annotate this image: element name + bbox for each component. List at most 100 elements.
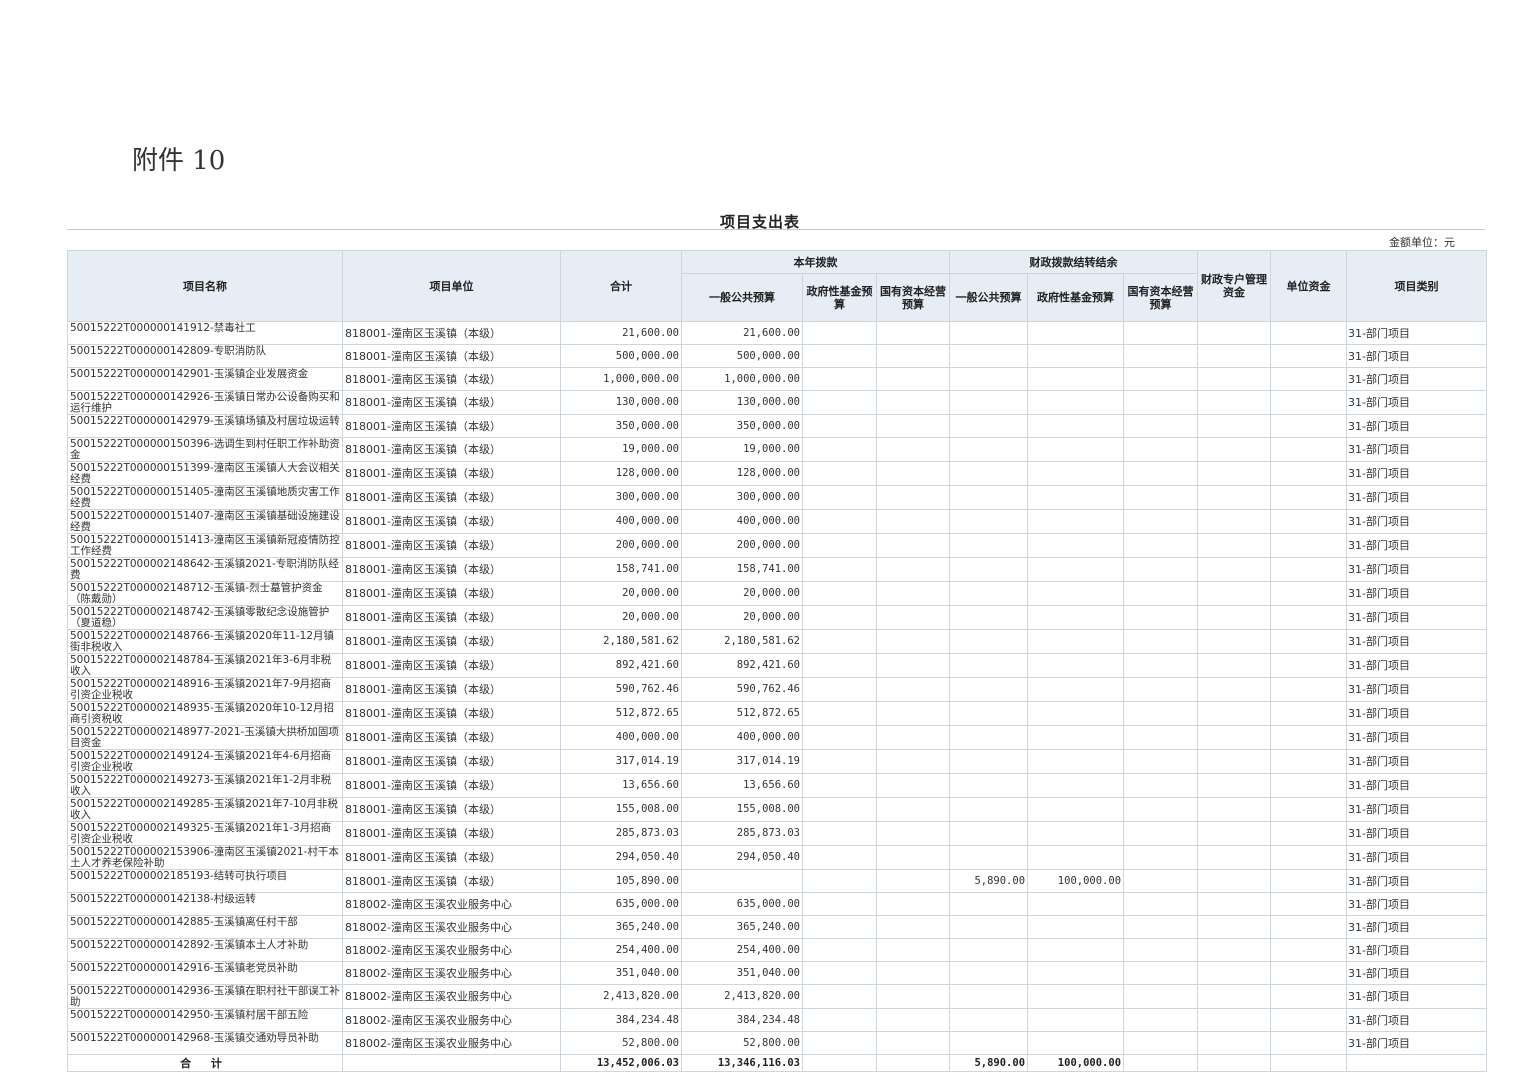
general-budget-cell: 200,000.00 bbox=[681, 533, 803, 558]
gov-fund-cell bbox=[802, 915, 877, 939]
carryover-general-cell bbox=[949, 749, 1029, 774]
table-row: 50015222T000000142901-玉溪镇企业发展资金 818001-潼南… bbox=[67, 367, 1488, 391]
project-unit-cell: 818001-潼南区玉溪镇（本级） bbox=[342, 390, 561, 415]
category-cell: 31-部门项目 bbox=[1346, 677, 1488, 702]
total-cell: 512,872.65 bbox=[560, 701, 682, 726]
general-budget-cell: 158,741.00 bbox=[681, 557, 803, 582]
table-row: 50015222T000000151405-潼南区玉溪镇地质灾害工作经费 8180… bbox=[67, 485, 1488, 510]
unit-funds-cell bbox=[1270, 557, 1348, 582]
state-capital-cell bbox=[875, 605, 951, 630]
table-row: 50015222T000002153906-潼南区玉溪镇2021-村干本土人才养… bbox=[67, 845, 1488, 870]
totals-general: 13,346,116.03 bbox=[681, 1054, 803, 1072]
table-row: 50015222T000002149325-玉溪镇2021年1-3月招商引资企业… bbox=[67, 821, 1488, 846]
special-account-cell bbox=[1197, 797, 1272, 822]
special-account-cell bbox=[1197, 869, 1272, 893]
gov-fund-cell bbox=[802, 629, 877, 654]
state-capital-cell bbox=[875, 437, 951, 462]
table-row: 50015222T000000151413-潼南区玉溪镇新冠疫情防控工作经费 81… bbox=[67, 533, 1488, 558]
category-cell: 31-部门项目 bbox=[1346, 461, 1488, 486]
project-unit-cell: 818002-潼南区玉溪农业服务中心 bbox=[342, 1031, 561, 1055]
state-capital-cell bbox=[875, 321, 951, 345]
total-cell: 384,234.48 bbox=[560, 1008, 682, 1032]
special-account-cell bbox=[1197, 1008, 1272, 1032]
project-name-cell: 50015222T000002148742-玉溪镇零散纪念设施管护（夏道稳） bbox=[67, 605, 343, 630]
table-row: 50015222T000000141912-禁毒社工 818001-潼南区玉溪镇（… bbox=[67, 321, 1488, 345]
project-unit-cell: 818001-潼南区玉溪镇（本级） bbox=[342, 869, 561, 893]
carryover-fund-cell bbox=[1027, 961, 1125, 985]
carryover-state-capital-cell bbox=[1123, 629, 1199, 654]
project-name-cell: 50015222T000000151405-潼南区玉溪镇地质灾害工作经费 bbox=[67, 485, 343, 510]
gov-fund-cell bbox=[802, 892, 877, 916]
special-account-cell bbox=[1197, 938, 1272, 962]
carryover-fund-cell bbox=[1027, 533, 1125, 558]
special-account-cell bbox=[1197, 892, 1272, 916]
total-cell: 300,000.00 bbox=[560, 485, 682, 510]
project-name-cell: 50015222T000002185193-结转可执行项目 bbox=[67, 869, 343, 893]
special-account-cell bbox=[1197, 984, 1272, 1009]
carryover-general-cell bbox=[949, 581, 1029, 606]
total-cell: 19,000.00 bbox=[560, 437, 682, 462]
total-cell: 892,421.60 bbox=[560, 653, 682, 678]
table-row: 50015222T000000142979-玉溪镇场镇及村居垃圾运转 818001… bbox=[67, 414, 1488, 438]
carryover-general-cell bbox=[949, 1008, 1029, 1032]
project-name-cell: 50015222T000000151413-潼南区玉溪镇新冠疫情防控工作经费 bbox=[67, 533, 343, 558]
totals-co-state-capital bbox=[1123, 1054, 1199, 1072]
gov-fund-cell bbox=[802, 367, 877, 391]
carryover-general-cell bbox=[949, 533, 1029, 558]
carryover-fund-cell bbox=[1027, 414, 1125, 438]
unit-funds-cell bbox=[1270, 821, 1348, 846]
carryover-general-cell: 5,890.00 bbox=[949, 869, 1029, 893]
carryover-fund-cell bbox=[1027, 390, 1125, 415]
state-capital-cell bbox=[875, 821, 951, 846]
project-name-cell: 50015222T000000141912-禁毒社工 bbox=[67, 321, 343, 345]
project-unit-cell: 818001-潼南区玉溪镇（本级） bbox=[342, 414, 561, 438]
table-row: 50015222T000000142885-玉溪镇离任村干部 818002-潼南区… bbox=[67, 915, 1488, 939]
unit-funds-cell bbox=[1270, 892, 1348, 916]
state-capital-cell bbox=[875, 1031, 951, 1055]
project-unit-cell: 818001-潼南区玉溪镇（本级） bbox=[342, 701, 561, 726]
carryover-general-cell bbox=[949, 677, 1029, 702]
carryover-fund-cell bbox=[1027, 653, 1125, 678]
state-capital-cell bbox=[875, 1008, 951, 1032]
general-budget-cell: 635,000.00 bbox=[681, 892, 803, 916]
special-account-cell bbox=[1197, 701, 1272, 726]
category-cell: 31-部门项目 bbox=[1346, 414, 1488, 438]
carryover-state-capital-cell bbox=[1123, 984, 1199, 1009]
carryover-state-capital-cell bbox=[1123, 915, 1199, 939]
general-budget-cell: 13,656.60 bbox=[681, 773, 803, 798]
carryover-general-cell bbox=[949, 915, 1029, 939]
project-unit-cell: 818001-潼南区玉溪镇（本级） bbox=[342, 509, 561, 534]
state-capital-cell bbox=[875, 869, 951, 893]
state-capital-cell bbox=[875, 414, 951, 438]
totals-unit-cell bbox=[342, 1054, 561, 1072]
project-unit-cell: 818001-潼南区玉溪镇（本级） bbox=[342, 677, 561, 702]
carryover-fund-cell bbox=[1027, 461, 1125, 486]
special-account-cell bbox=[1197, 821, 1272, 846]
project-unit-cell: 818002-潼南区玉溪农业服务中心 bbox=[342, 892, 561, 916]
project-name-cell: 50015222T000002148712-玉溪镇-烈士墓管护资金（陈戴勋） bbox=[67, 581, 343, 606]
unit-funds-cell bbox=[1270, 725, 1348, 750]
special-account-cell bbox=[1197, 485, 1272, 510]
general-budget-cell: 21,600.00 bbox=[681, 321, 803, 345]
state-capital-cell bbox=[875, 845, 951, 870]
project-unit-cell: 818001-潼南区玉溪镇（本级） bbox=[342, 485, 561, 510]
unit-funds-cell bbox=[1270, 1031, 1348, 1055]
table-row: 50015222T000002148766-玉溪镇2020年11-12月镇街非税… bbox=[67, 629, 1488, 654]
table-row: 50015222T000002148642-玉溪镇2021-专职消防队经费 818… bbox=[67, 557, 1488, 582]
project-name-cell: 50015222T000002148916-玉溪镇2021年7-9月招商引资企业… bbox=[67, 677, 343, 702]
carryover-state-capital-cell bbox=[1123, 414, 1199, 438]
unit-funds-cell bbox=[1270, 629, 1348, 654]
carryover-state-capital-cell bbox=[1123, 533, 1199, 558]
special-account-cell bbox=[1197, 509, 1272, 534]
carryover-general-cell bbox=[949, 557, 1029, 582]
special-account-cell bbox=[1197, 605, 1272, 630]
table-row: 50015222T000002149285-玉溪镇2021年7-10月非税收入 8… bbox=[67, 797, 1488, 822]
project-name-cell: 50015222T000002149325-玉溪镇2021年1-3月招商引资企业… bbox=[67, 821, 343, 846]
gov-fund-cell bbox=[802, 321, 877, 345]
project-unit-cell: 818001-潼南区玉溪镇（本级） bbox=[342, 605, 561, 630]
project-name-cell: 50015222T000002149124-玉溪镇2021年4-6月招商引资企业… bbox=[67, 749, 343, 774]
carryover-fund-cell bbox=[1027, 581, 1125, 606]
header-gov-fund-budget: 政府性基金预算 bbox=[802, 273, 877, 322]
gov-fund-cell bbox=[802, 653, 877, 678]
project-unit-cell: 818001-潼南区玉溪镇（本级） bbox=[342, 629, 561, 654]
